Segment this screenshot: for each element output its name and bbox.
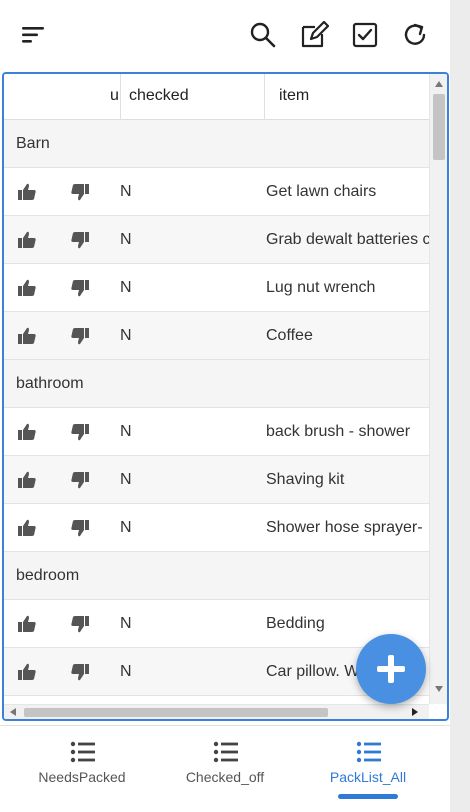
checked-flag: N [120,519,132,536]
item-name: back brush - shower [266,423,411,440]
table-header: u checked item [4,74,429,120]
table-row[interactable]: N Shaving kit [4,456,429,504]
search-icon [250,22,276,48]
thumbs-down-icon[interactable] [70,614,90,634]
tab-label: Checked_off [185,769,265,785]
thumbs-up-icon[interactable] [17,278,37,298]
tab-packlist-all[interactable]: PackList_All [293,726,443,812]
item-name: Get lawn chairs [266,183,377,200]
item-name: Grab dewalt batteries c [266,231,429,248]
item-name: Car pillow. W [266,663,360,680]
checked-flag: N [120,615,132,632]
column-header-item[interactable]: item [264,74,434,120]
add-item-button[interactable] [356,634,426,704]
thumbs-down-icon[interactable] [70,326,90,346]
active-tab-indicator [338,794,398,799]
menu-button[interactable] [18,20,48,50]
table-row[interactable]: N Shower hose sprayer- [4,504,429,552]
thumbs-up-icon[interactable] [17,518,37,538]
tab-needs-packed[interactable]: NeedsPacked [7,726,157,812]
thumbs-up-icon[interactable] [17,182,37,202]
checked-flag: N [120,471,132,488]
group-header-row[interactable]: bedroom [4,552,429,600]
scroll-down-arrow-icon[interactable] [435,686,443,692]
list-icon [356,741,381,763]
group-label: bathroom [16,375,84,392]
tab-label: PackList_All [329,769,407,785]
item-name: Shaving kit [266,471,345,488]
horizontal-scroll-thumb[interactable] [24,708,328,717]
thumbs-down-icon[interactable] [70,662,90,682]
app-screen: u checked item Barn N Get lawn chairs N Grab… [0,0,450,812]
thumbs-up-icon[interactable] [17,662,37,682]
checked-flag: N [120,663,132,680]
list-icon [70,741,95,763]
checklist-button[interactable] [350,20,380,50]
list-icon [213,741,238,763]
menu-icon [22,27,44,43]
tab-label: NeedsPacked [38,769,126,785]
item-name: Coffee [266,327,313,344]
thumbs-up-icon[interactable] [17,614,37,634]
checkbox-icon [352,22,378,48]
edit-icon [301,21,329,48]
thumbs-up-icon[interactable] [17,470,37,490]
thumbs-down-icon[interactable] [70,470,90,490]
group-label: bedroom [16,567,80,584]
checked-flag: N [120,231,132,248]
scroll-left-arrow-icon[interactable] [10,708,16,716]
refresh-button[interactable] [400,20,430,50]
thumbs-down-icon[interactable] [70,518,90,538]
item-name: Lug nut wrench [266,279,376,296]
thumbs-down-icon[interactable] [70,422,90,442]
table-row[interactable]: N Bedding [4,600,429,648]
packlist-table: u checked item Barn N Get lawn chairs N Grab… [2,72,449,721]
checked-flag: N [120,423,132,440]
top-toolbar [0,0,450,70]
group-header-row[interactable]: bathroom [4,360,429,408]
scroll-right-arrow-icon[interactable] [412,708,418,716]
column-header-u[interactable]: u [110,74,120,120]
thumbs-down-icon[interactable] [70,182,90,202]
table-row[interactable]: N Lug nut wrench [4,264,429,312]
thumbs-up-icon[interactable] [17,422,37,442]
refresh-icon [404,23,426,45]
thumbs-down-icon[interactable] [70,230,90,250]
table-row[interactable]: N Grab dewalt batteries c [4,216,429,264]
plus-icon [377,655,405,683]
table-row[interactable]: N Get lawn chairs [4,168,429,216]
group-label: Barn [16,135,50,152]
search-button[interactable] [248,20,278,50]
column-header-checked[interactable]: checked [120,74,264,120]
scroll-up-arrow-icon[interactable] [435,81,443,87]
thumbs-up-icon[interactable] [17,230,37,250]
checked-flag: N [120,279,132,296]
checked-flag: N [120,183,132,200]
table-body: Barn N Get lawn chairs N Grab dewalt batteri… [4,120,429,704]
vertical-scroll-thumb[interactable] [433,94,445,160]
edit-button[interactable] [299,20,329,50]
item-name: Shower hose sprayer- [266,519,423,536]
table-row[interactable]: Nback brush - shower [4,408,429,456]
table-row[interactable]: N Coffee [4,312,429,360]
vertical-scrollbar[interactable] [429,74,447,704]
thumbs-down-icon[interactable] [70,278,90,298]
horizontal-scrollbar[interactable] [4,704,429,719]
tab-checked-off[interactable]: Checked_off [150,726,300,812]
checked-flag: N [120,327,132,344]
thumbs-up-icon[interactable] [17,326,37,346]
item-name: Bedding [266,615,325,632]
group-header-row[interactable]: Barn [4,120,429,168]
